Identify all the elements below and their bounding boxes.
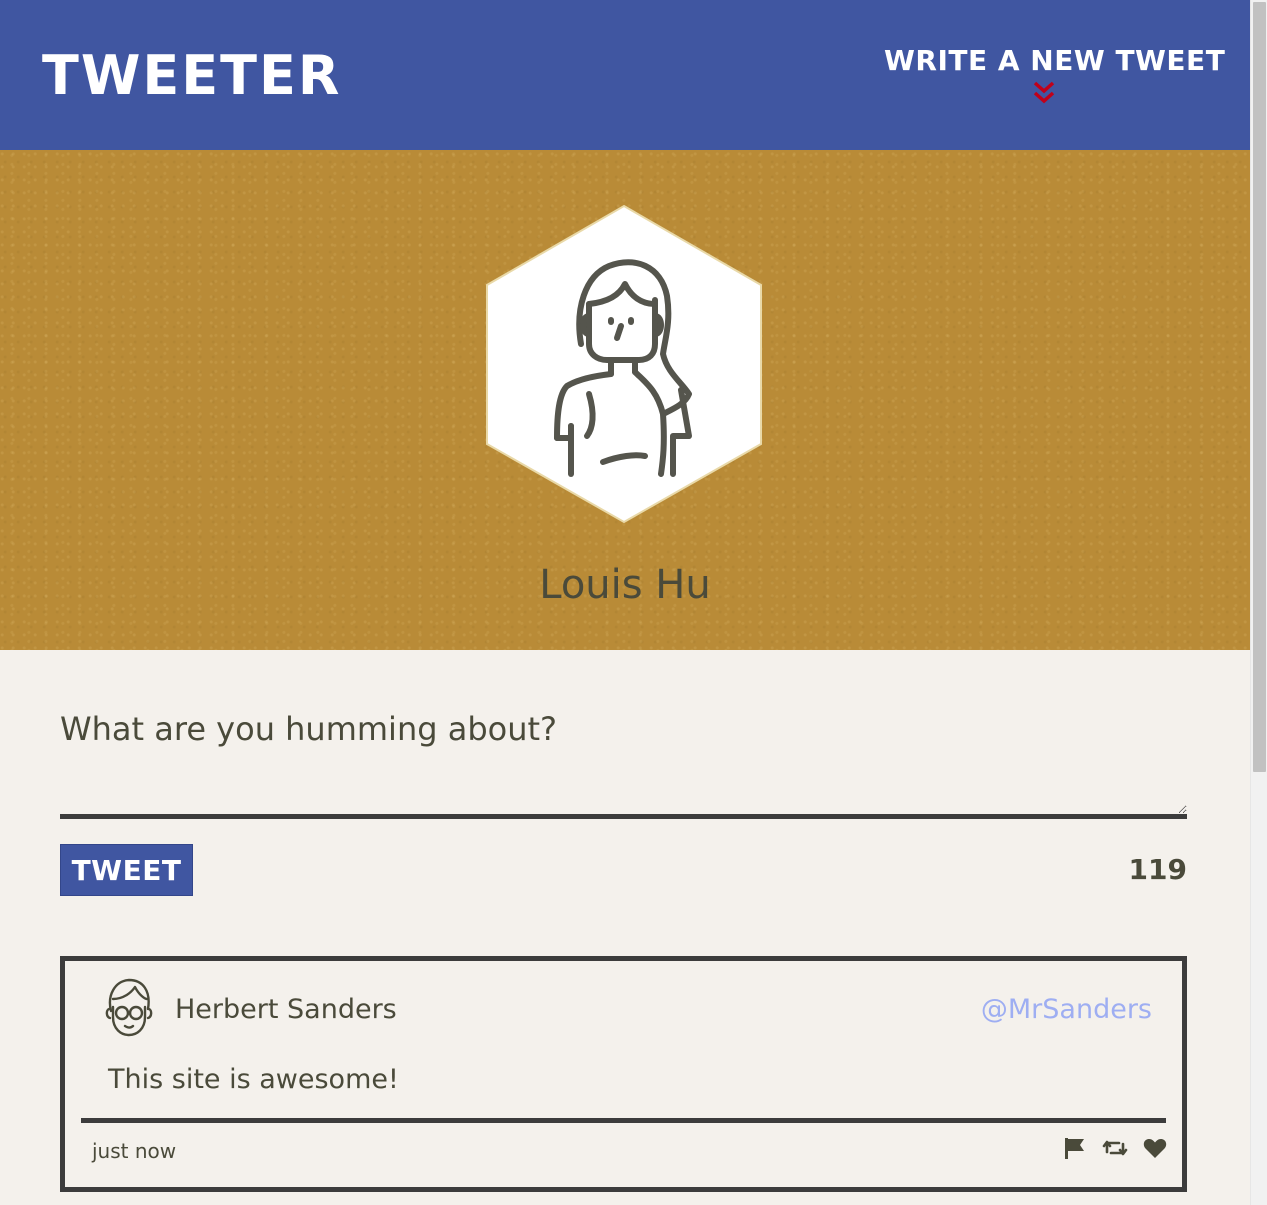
profile-avatar	[486, 204, 762, 524]
composer-prompt: What are you humming about?	[60, 710, 558, 748]
tweet-text-input[interactable]	[60, 756, 1187, 814]
page-scrollbar[interactable]	[1250, 0, 1267, 1205]
character-counter: 119	[1128, 853, 1187, 886]
tweet-submit-button[interactable]: TWEET	[60, 844, 193, 896]
tweet-text: This site is awesome!	[108, 1064, 399, 1095]
man-with-glasses-avatar-icon	[105, 978, 153, 1037]
write-new-tweet-label[interactable]: WRITE A NEW TWEET	[884, 44, 1225, 77]
double-chevron-down-icon[interactable]	[1032, 80, 1056, 106]
tweet-card: Herbert Sanders @MrSanders This site is …	[60, 956, 1187, 1192]
tweet-author-handle: @MrSanders	[980, 994, 1152, 1025]
scrollbar-thumb[interactable]	[1253, 2, 1266, 772]
tweet-actions	[1062, 1135, 1168, 1161]
top-nav: TWEETER WRITE A NEW TWEET	[0, 0, 1250, 150]
tweet-author-name: Herbert Sanders	[175, 994, 397, 1025]
heart-icon[interactable]	[1142, 1135, 1168, 1161]
brand-logo[interactable]: TWEETER	[42, 44, 341, 107]
write-new-tweet-toggle[interactable]: WRITE A NEW TWEET	[884, 44, 1225, 114]
input-underline	[60, 814, 1187, 819]
retweet-icon[interactable]	[1102, 1135, 1128, 1161]
tweet-timestamp: just now	[92, 1139, 177, 1163]
flag-icon[interactable]	[1062, 1135, 1088, 1161]
profile-banner: Louis Hu	[0, 150, 1250, 650]
profile-name: Louis Hu	[539, 562, 711, 608]
tweet-divider	[81, 1118, 1166, 1123]
